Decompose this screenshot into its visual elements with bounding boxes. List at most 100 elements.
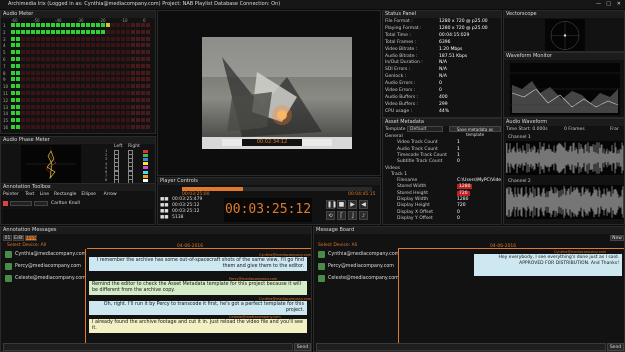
audio-meter-rows: 1 2 3 4 5 6 7 8 9 10 11 12 13 14 15 16 xyxy=(1,23,155,133)
user-row[interactable]: Cynthia@mediacompany.com xyxy=(3,249,86,260)
tab-edit[interactable]: Edit xyxy=(13,235,24,241)
meter-cell xyxy=(11,104,15,109)
minimize-button[interactable]: — xyxy=(596,0,601,9)
message-board-input[interactable] xyxy=(316,343,606,351)
annotation-divider xyxy=(85,249,86,343)
mb-message-text: Hey everybody, I see everything's done j… xyxy=(498,255,619,266)
video-frame[interactable] xyxy=(202,37,352,149)
metadata-value[interactable]: 1280 xyxy=(457,197,468,202)
timeline-track[interactable] xyxy=(182,187,372,191)
user-row[interactable]: Percy@mediacompany.com xyxy=(3,261,85,272)
metadata-row: Stored Width 1280 xyxy=(385,184,501,190)
tab-undo[interactable]: Undo xyxy=(25,235,38,241)
metadata-value[interactable]: 0 xyxy=(457,159,460,164)
font-size-select[interactable] xyxy=(34,201,48,206)
tool-rectangle[interactable]: Rectangle xyxy=(54,192,76,197)
color-swatch[interactable] xyxy=(3,201,8,206)
meter-cell xyxy=(106,50,110,55)
mark-out-button[interactable]: ⎦ xyxy=(348,211,357,220)
tool-pointer[interactable]: Pointer xyxy=(3,192,19,197)
message-bubble: Oh, right. I'll run it by Percy to trans… xyxy=(89,301,307,315)
meter-cell xyxy=(11,97,15,102)
waveform-mode[interactable]: Frar xyxy=(610,127,619,132)
metadata-value[interactable]: C:\Users\MyPC\Videos\C xyxy=(457,178,501,183)
meter-cell xyxy=(86,111,90,116)
mark-in-button[interactable]: ⎡ xyxy=(337,211,346,220)
tool-text[interactable]: Text xyxy=(25,192,34,197)
stroke-width-select[interactable] xyxy=(10,201,32,206)
meter-cell xyxy=(81,104,85,109)
metadata-value[interactable]: 1 xyxy=(457,147,460,152)
close-button[interactable]: ✕ xyxy=(617,0,621,9)
tool-ellipse[interactable]: Ellipse xyxy=(81,192,96,197)
save-template-button[interactable]: Save metadata as template xyxy=(449,126,501,137)
tab-01[interactable]: 01 xyxy=(3,235,12,241)
meter-cell xyxy=(31,84,35,89)
meter-cell xyxy=(16,77,20,82)
template-select[interactable]: Default xyxy=(407,126,443,132)
meter-cell xyxy=(96,36,100,41)
volume-button[interactable]: ♪ xyxy=(359,211,368,220)
meter-cell xyxy=(26,43,30,48)
meter-cell xyxy=(131,70,135,75)
step-back-button[interactable]: ◀ xyxy=(359,200,368,209)
meter-cell xyxy=(56,111,60,116)
metadata-value[interactable]: 720 xyxy=(457,203,466,208)
meter-row-label: 15 xyxy=(3,118,9,124)
metadata-value[interactable]: 0 xyxy=(457,210,460,215)
metadata-value[interactable]: 0 xyxy=(457,216,460,221)
message-board-send-button[interactable]: Send xyxy=(607,343,624,351)
message-board-new-button[interactable]: New xyxy=(610,235,624,241)
pause-button[interactable]: ❚❚ xyxy=(326,200,337,209)
audio-waveform-title: Audio Waveform xyxy=(504,119,624,126)
annotation-list[interactable] xyxy=(3,209,153,224)
annotation-send-button[interactable]: Send xyxy=(294,343,311,351)
metadata-row: Display Height 720 xyxy=(385,203,501,209)
loop-button[interactable]: ⟲ xyxy=(326,211,335,220)
metadata-value[interactable]: 1280 xyxy=(457,184,473,190)
metadata-value[interactable]: 1 xyxy=(457,153,460,158)
status-value: 187.51 Kbps xyxy=(439,53,468,59)
meter-row: 5 xyxy=(1,50,155,55)
meter-cell xyxy=(81,57,85,61)
play-button[interactable]: ▶ xyxy=(348,200,357,209)
meter-cell xyxy=(61,50,65,55)
meter-cell xyxy=(116,84,120,89)
status-row: Playing Format : 1280 x 720 @ p25.00 xyxy=(385,26,501,32)
message-board-device-label[interactable]: Select Device: All xyxy=(318,243,357,248)
avatar xyxy=(5,263,12,270)
user-row[interactable]: Celeste@mediacompany.com xyxy=(3,273,86,284)
metadata-value[interactable]: 720 xyxy=(457,190,470,196)
stop-button[interactable]: ■ xyxy=(337,200,346,209)
font-name[interactable]: Carlton Knoll xyxy=(51,201,80,206)
user-row[interactable]: Celeste@mediacompany.com xyxy=(316,273,399,284)
meter-cell xyxy=(36,23,40,27)
tc-dur-icon: ■■ xyxy=(160,209,169,214)
meter-row: 6 xyxy=(1,57,155,62)
audio-meter-panel: Audio Meter -60 -50 -40 -30 -20 -10 0 12345678… xyxy=(0,10,156,134)
meter-cell xyxy=(36,125,40,129)
tc-out: 00:03:25:12 xyxy=(172,203,200,208)
tool-line[interactable]: Line xyxy=(40,192,49,197)
maximize-button[interactable]: □ xyxy=(606,0,611,9)
tool-arrow[interactable]: Arrow xyxy=(104,192,117,197)
meter-cell xyxy=(121,50,125,55)
user-row[interactable]: Percy@mediacompany.com xyxy=(316,261,398,272)
metadata-value[interactable]: 1 xyxy=(457,140,460,145)
meter-cell xyxy=(61,70,65,75)
status-row: File Format : 1280 x 720 @ p25.00 xyxy=(385,19,501,25)
status-value: 44% xyxy=(439,108,450,114)
meter-cell xyxy=(106,57,110,61)
phase-color-swatch xyxy=(143,170,148,174)
meter-cell xyxy=(136,111,140,116)
meter-cell xyxy=(21,84,25,89)
meter-cell xyxy=(56,23,60,27)
meter-cell xyxy=(86,57,90,61)
annotation-device-label[interactable]: Select Device: All xyxy=(7,243,46,248)
meter-cell xyxy=(41,23,45,27)
user-row[interactable]: Cynthia@mediacompany.com xyxy=(316,249,399,260)
meter-cell xyxy=(91,91,95,95)
meter-cell xyxy=(36,118,40,123)
annotation-input[interactable] xyxy=(3,343,293,351)
meter-cell xyxy=(36,70,40,75)
